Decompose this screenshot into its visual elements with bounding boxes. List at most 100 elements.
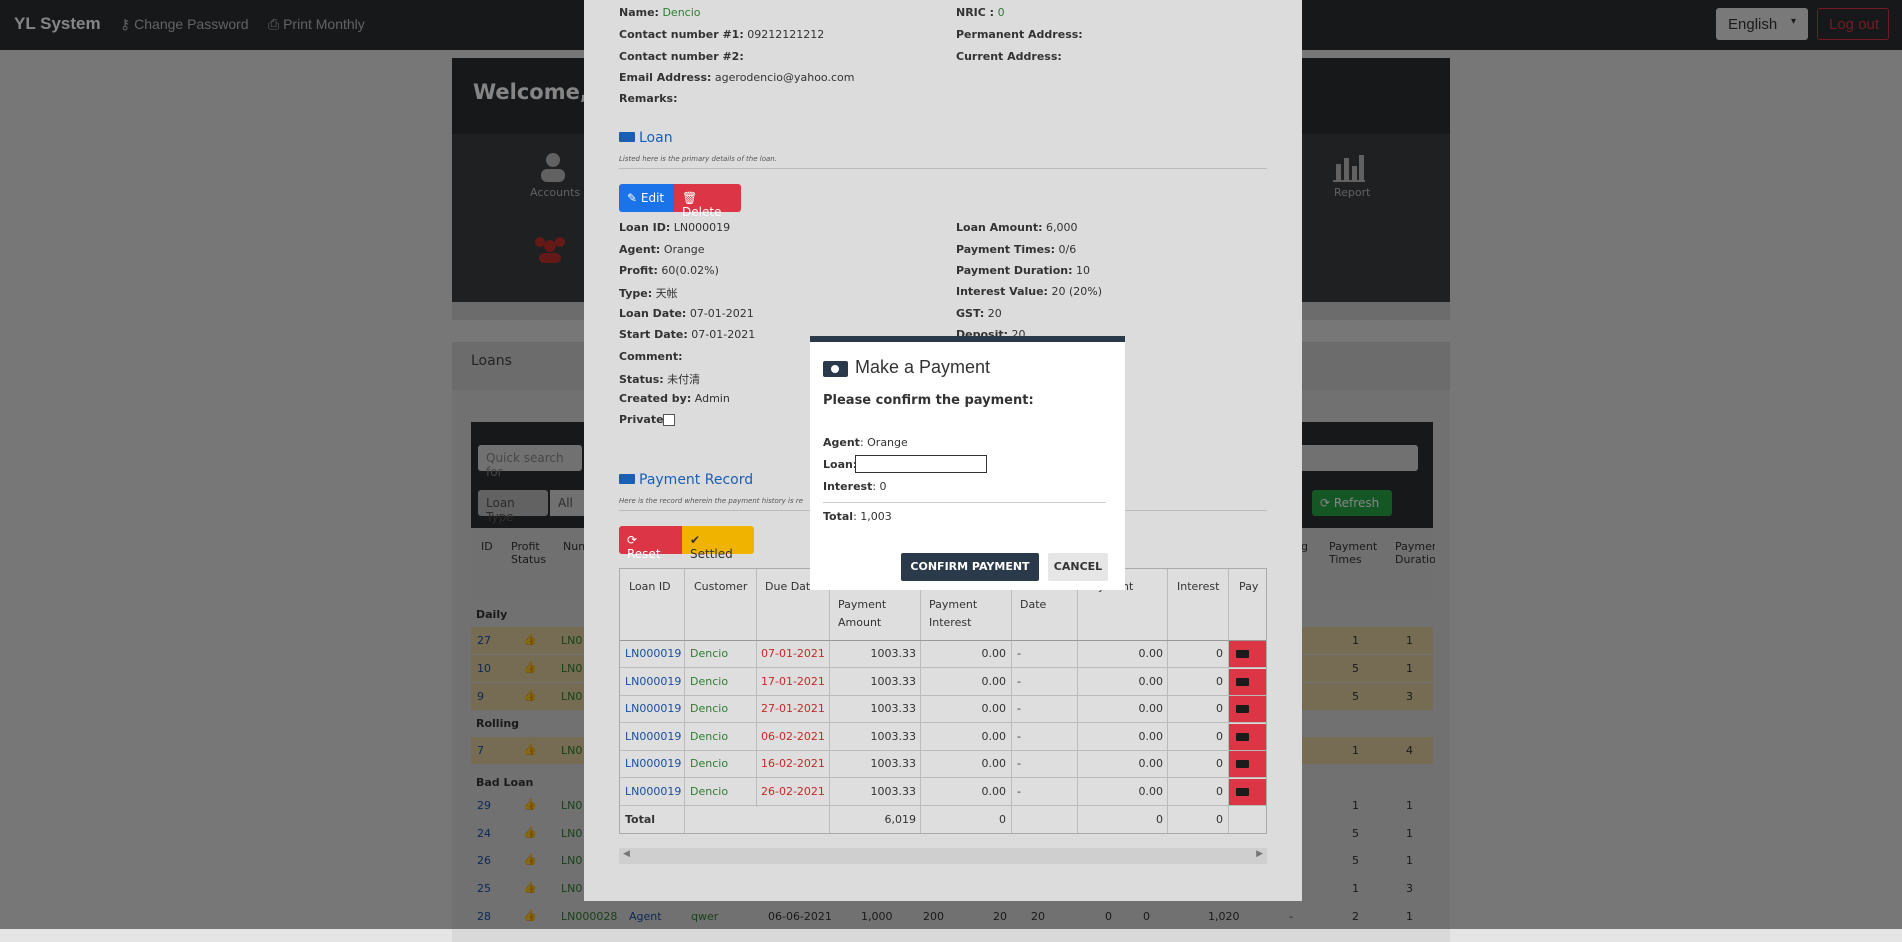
row-interest: 0.00 xyxy=(981,702,1007,715)
dialog-interest: Interest: 0 xyxy=(823,480,887,493)
loan-field: Loan ID: LN000019 xyxy=(619,221,731,234)
reset-label: Reset xyxy=(627,547,661,561)
loan-field: Agent: Orange xyxy=(619,243,705,256)
header-loan-id: Loan ID xyxy=(629,580,671,593)
money-icon xyxy=(619,132,635,142)
row-loan-link[interactable]: LN000019 xyxy=(625,785,681,798)
settled-label: Settled xyxy=(690,547,733,561)
row-amount: 1003.33 xyxy=(870,702,917,715)
loan-field: Comment: xyxy=(619,350,683,363)
row-amount: 1003.33 xyxy=(870,757,917,770)
table-scrollbar[interactable]: ◀ ▶ xyxy=(619,848,1267,864)
row-customer-link[interactable]: Dencio xyxy=(690,647,728,660)
pay-button[interactable] xyxy=(1229,724,1266,750)
cancel-button[interactable]: CANCEL xyxy=(1048,553,1108,581)
dialog-title: Make a Payment xyxy=(855,357,991,377)
row-due-date: 17-01-2021 xyxy=(761,675,825,688)
row-interest-paid: 0 xyxy=(1216,647,1223,660)
loan-field: Start Date: 07-01-2021 xyxy=(619,328,756,341)
edit-button[interactable]: ✎ Edit xyxy=(619,184,674,212)
row-divider xyxy=(620,805,1266,806)
dialog-loan-label: Loan: xyxy=(823,458,858,471)
settled-button[interactable]: ✔ Settled xyxy=(682,526,754,561)
row-interest-paid: 0 xyxy=(1216,757,1223,770)
loan-input[interactable] xyxy=(855,455,987,473)
customer-contact1: Contact number #1: 09212121212 xyxy=(619,28,825,41)
row-paid: 0.00 xyxy=(1138,730,1164,743)
row-due-date: 07-01-2021 xyxy=(761,647,825,660)
pay-button[interactable] xyxy=(1229,751,1266,777)
header-interest: Interest xyxy=(1177,580,1220,593)
dialog-total: Total: 1,003 xyxy=(823,510,892,523)
row-loan-link[interactable]: LN000019 xyxy=(625,730,681,743)
edit-icon: ✎ xyxy=(627,191,641,205)
divider xyxy=(619,168,1267,169)
payment-record-subtitle: Here is the record wherein the payment h… xyxy=(619,497,804,505)
pay-button[interactable] xyxy=(1229,641,1266,667)
loan-section-subtitle: Listed here is the primary details of th… xyxy=(619,155,777,163)
scroll-right-icon[interactable]: ▶ xyxy=(1256,849,1263,859)
row-customer-link[interactable]: Dencio xyxy=(690,757,728,770)
current-address: Current Address: xyxy=(956,50,1062,63)
loan-section-title: Loan xyxy=(619,130,673,146)
row-due-date: 16-02-2021 xyxy=(761,757,825,770)
row-loan-link[interactable]: LN000019 xyxy=(625,757,681,770)
row-date: - xyxy=(1017,757,1021,770)
confirm-payment-button[interactable]: CONFIRM PAYMENT xyxy=(901,553,1039,581)
payment-record-title: Payment Record xyxy=(619,472,753,488)
reset-button[interactable]: ⟳ Reset xyxy=(619,526,682,561)
row-date: - xyxy=(1017,730,1021,743)
col-divider xyxy=(756,569,757,807)
row-amount: 1003.33 xyxy=(870,785,917,798)
payment-record-title-text: Payment Record xyxy=(639,472,754,488)
scroll-left-icon[interactable]: ◀ xyxy=(623,849,630,859)
row-interest: 0.00 xyxy=(981,785,1007,798)
row-interest: 0.00 xyxy=(981,730,1007,743)
header-pay: Pay xyxy=(1239,580,1259,593)
row-paid: 0.00 xyxy=(1138,702,1164,715)
make-payment-dialog: Make a Payment Please confirm the paymen… xyxy=(810,336,1125,590)
row-paid: 0.00 xyxy=(1138,785,1164,798)
row-customer-link[interactable]: Dencio xyxy=(690,675,728,688)
customer-name: Name: Dencio xyxy=(619,6,701,19)
row-customer-link[interactable]: Dencio xyxy=(690,730,728,743)
permanent-address: Permanent Address: xyxy=(956,28,1083,41)
row-due-date: 26-02-2021 xyxy=(761,785,825,798)
total-amount: 6,019 xyxy=(884,813,917,826)
row-date: - xyxy=(1017,785,1021,798)
row-interest-paid: 0 xyxy=(1216,675,1223,688)
private-checkbox[interactable] xyxy=(663,414,675,426)
money-icon xyxy=(1236,678,1249,686)
row-loan-link[interactable]: LN000019 xyxy=(625,647,681,660)
dialog-divider xyxy=(823,502,1106,503)
pay-button[interactable] xyxy=(1229,696,1266,722)
col-divider xyxy=(920,569,921,833)
row-divider xyxy=(620,695,1266,696)
row-loan-link[interactable]: LN000019 xyxy=(625,702,681,715)
edit-label: Edit xyxy=(640,191,665,205)
col-divider xyxy=(829,569,830,833)
customer-remarks: Remarks: xyxy=(619,92,678,105)
row-customer-link[interactable]: Dencio xyxy=(690,785,728,798)
money-icon xyxy=(823,361,848,377)
col-divider xyxy=(684,569,685,833)
contact1-value: 09212121212 xyxy=(747,28,825,41)
delete-button[interactable]: 🗑Delete xyxy=(674,184,741,219)
customer-name-value[interactable]: Dencio xyxy=(662,6,700,19)
money-icon xyxy=(1236,788,1249,796)
refresh-icon: ⟳ xyxy=(627,533,638,547)
row-loan-link[interactable]: LN000019 xyxy=(625,675,681,688)
row-divider xyxy=(620,722,1266,723)
header-payment-interest: Payment Interest xyxy=(929,598,978,629)
pay-button[interactable] xyxy=(1229,669,1266,695)
header-payment-amount: Payment Amount xyxy=(838,598,887,629)
row-customer-link[interactable]: Dencio xyxy=(690,702,728,715)
pay-button[interactable] xyxy=(1229,779,1266,805)
col-divider xyxy=(1011,569,1012,833)
row-interest-paid: 0 xyxy=(1216,702,1223,715)
trash-icon: 🗑 xyxy=(682,191,698,205)
customer-email: Email Address: agerodencio@yahoo.com xyxy=(619,71,855,84)
loan-field: Interest Value: 20 (20%) xyxy=(956,285,1102,298)
dialog-interest-value: : 0 xyxy=(872,480,887,493)
email-value: agerodencio@yahoo.com xyxy=(714,71,855,84)
